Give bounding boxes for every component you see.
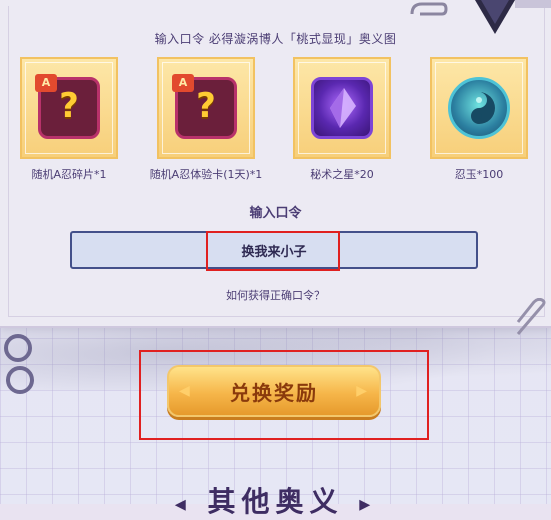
reward-card[interactable] [293,57,391,159]
reward-label: 随机A忍体验卡(1天)*1 [149,168,263,181]
highlight-box-input [206,231,340,271]
highlight-box-button [139,350,429,440]
section-title: ◂ 其他奥义 ▸ [0,480,551,520]
question-mark-icon: ? [59,86,79,126]
title-ornament-icon: ▸ [359,492,377,517]
section-title-text: 其他奥义 [207,485,344,518]
reward-card[interactable]: A ? [157,57,255,159]
jade-orb-icon [448,77,510,139]
code-redeem-panel [0,0,551,328]
code-input-label: 输入口令 [249,206,302,221]
question-mark-icon: ? [196,86,216,126]
crystal-star-icon [311,77,373,139]
mystery-card-icon: A ? [172,74,237,139]
rank-badge: A [35,74,57,92]
paperclip-decoration [516,298,546,335]
reward-label: 随机A忍碎片*1 [31,168,107,181]
mystery-shard-icon: A ? [35,74,100,139]
title-ornament-icon: ◂ [174,492,192,517]
reward-label: 忍玉*100 [454,168,504,181]
scissors-decoration [4,334,34,394]
help-link[interactable]: 如何获得正确口令？ [0,287,551,303]
reward-card[interactable] [430,57,528,159]
reward-card[interactable]: A ? [20,57,118,159]
paperclip-decoration [410,2,448,16]
reward-label: 秘术之星*20 [310,168,374,181]
rank-badge: A [172,74,194,92]
event-headline: 输入口令 必得漩涡博人「桃式显现」奥义图 [154,32,397,46]
